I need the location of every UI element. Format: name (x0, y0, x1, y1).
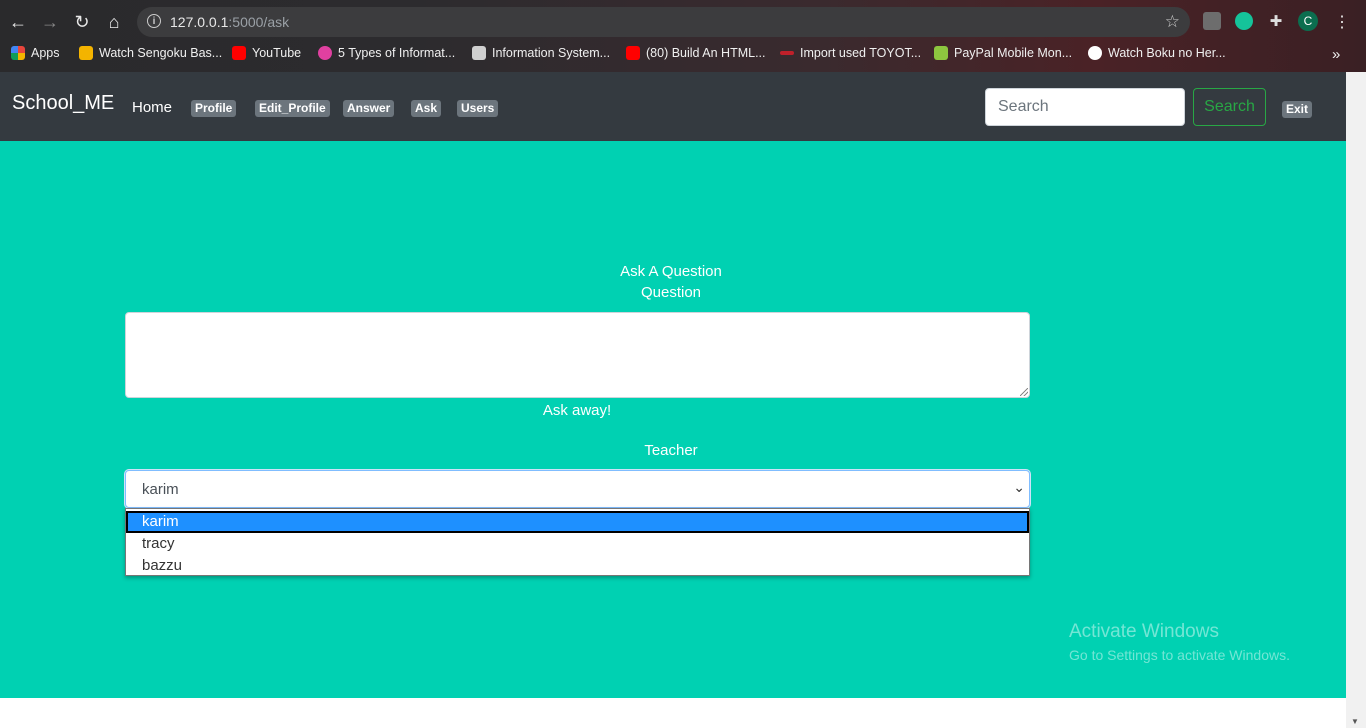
bookmark-item[interactable]: (80) Build An HTML... (626, 46, 766, 60)
menu-kebab-icon[interactable]: ⋮ (1333, 12, 1351, 31)
bookmark-item[interactable]: Apps (11, 46, 60, 60)
url-text: 127.0.0.1:5000/ask (170, 14, 290, 30)
youtube-icon (626, 46, 640, 60)
nav-edit-profile-link[interactable]: Edit_Profile (255, 100, 330, 117)
site-navbar: School_ME Home Profile Edit_Profile Answ… (0, 72, 1346, 141)
bookmark-item[interactable]: 5 Types of Informat... (318, 46, 455, 60)
info-icon[interactable]: i (147, 14, 161, 28)
chevron-down-icon: ⌄ (1013, 479, 1025, 495)
question-label: Question (640, 284, 702, 301)
browser-chrome: ← → ↻ ⌂ i 127.0.0.1:5000/ask ☆ ✚ C ⋮ App… (0, 0, 1366, 72)
nav-ask-link[interactable]: Ask (411, 100, 442, 117)
extensions-puzzle-icon[interactable]: ✚ (1267, 12, 1285, 30)
reload-icon[interactable]: ↻ (69, 9, 95, 35)
site-icon (472, 46, 486, 60)
address-bar[interactable]: i 127.0.0.1:5000/ask ☆ (137, 7, 1190, 37)
activate-windows-title: Activate Windows (1069, 621, 1219, 642)
site-icon (780, 51, 794, 55)
youtube-icon (232, 46, 246, 60)
teacher-option[interactable]: tracy (126, 533, 1029, 555)
search-input[interactable]: Search (985, 88, 1185, 126)
more-bookmarks-button[interactable]: » (1332, 46, 1340, 63)
bookmark-item[interactable]: Watch Boku no Her... (1088, 46, 1226, 60)
ask-question-page: Ask A Question Question Ask away! Teache… (0, 141, 1346, 698)
scroll-down-arrow-icon[interactable]: ▼ (1351, 717, 1359, 726)
site-icon (79, 46, 93, 60)
site-icon (934, 46, 948, 60)
nav-home-link[interactable]: Home (132, 99, 172, 116)
code-extension-icon[interactable] (1203, 12, 1221, 30)
vertical-scrollbar[interactable]: ▼ (1346, 72, 1366, 728)
grammarly-icon[interactable] (1235, 12, 1253, 30)
page-bottom (0, 698, 1346, 728)
bookmark-item[interactable]: YouTube (232, 46, 301, 60)
teacher-dropdown-list: karim tracy bazzu (125, 508, 1030, 576)
nav-profile-link[interactable]: Profile (191, 100, 237, 117)
question-textarea[interactable] (125, 312, 1030, 398)
teacher-label: Teacher (644, 442, 698, 459)
globe-icon (1088, 46, 1102, 60)
nav-users-link[interactable]: Users (457, 100, 499, 117)
bookmark-item[interactable]: Import used TOYOT... (780, 46, 921, 60)
site-icon (318, 46, 332, 60)
home-icon[interactable]: ⌂ (101, 9, 127, 35)
page-title: Ask A Question (620, 263, 722, 280)
nav-answer-link[interactable]: Answer (343, 100, 395, 117)
exit-button[interactable]: Exit (1282, 101, 1313, 118)
profile-avatar[interactable]: C (1298, 11, 1318, 31)
helper-text: Ask away! (542, 402, 612, 419)
activate-windows-subtitle: Go to Settings to activate Windows. (1069, 647, 1290, 663)
teacher-option[interactable]: karim (126, 511, 1029, 533)
resize-handle-icon[interactable] (1020, 388, 1028, 396)
bookmark-star-icon[interactable]: ☆ (1165, 12, 1180, 32)
bookmark-item[interactable]: Watch Sengoku Bas... (79, 46, 222, 60)
bookmarks-bar: Apps Watch Sengoku Bas... YouTube 5 Type… (0, 42, 1366, 68)
back-arrow-icon[interactable]: ← (5, 9, 31, 35)
forward-arrow-icon[interactable]: → (37, 9, 63, 35)
teacher-select[interactable]: karim ⌄ (125, 470, 1030, 508)
bookmark-item[interactable]: Information System... (472, 46, 610, 60)
bookmark-item[interactable]: PayPal Mobile Mon... (934, 46, 1072, 60)
apps-grid-icon (11, 46, 25, 60)
brand-logo[interactable]: School_ME (12, 92, 114, 115)
search-button[interactable]: Search (1193, 88, 1266, 126)
teacher-option[interactable]: bazzu (126, 555, 1029, 577)
